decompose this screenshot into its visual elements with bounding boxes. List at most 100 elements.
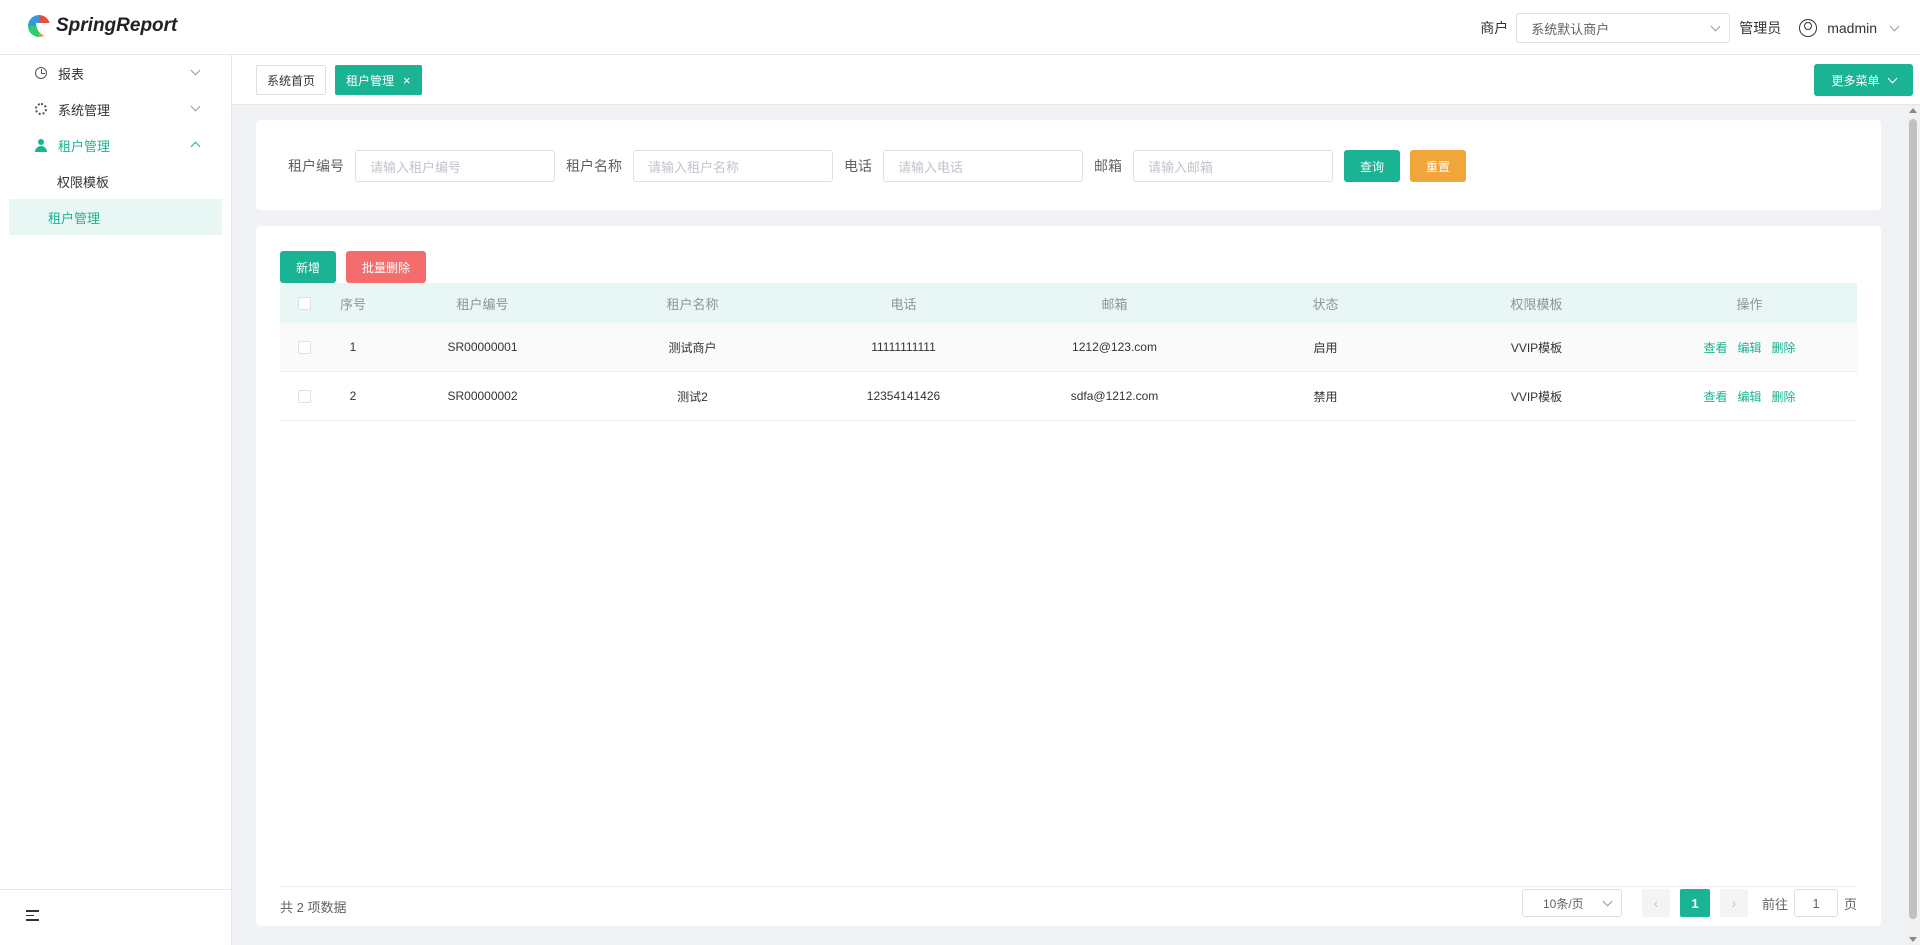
chevron-down-icon [1710, 21, 1721, 31]
sidebar-item-system[interactable]: 系统管理 [0, 91, 231, 127]
cell-actions: 查看 编辑 删除 [1642, 388, 1857, 405]
pagination: 10条/页 ‹ 1 › 前往 1 页 [1521, 888, 1857, 918]
goto-suffix: 页 [1843, 896, 1857, 912]
sidebar-item-reports[interactable]: 报表 [0, 55, 231, 91]
chevron-up-icon [190, 141, 201, 152]
more-menu-label: 更多菜单 [1831, 73, 1880, 88]
page-size-select[interactable]: 10条/页 [1521, 889, 1622, 917]
cell-status: 禁用 [1313, 389, 1338, 404]
phone-input[interactable]: 请输入电话 [883, 150, 1083, 182]
logo-icon [28, 15, 50, 37]
page-size-value: 10条/页 [1542, 896, 1584, 911]
cell-actions: 查看 编辑 删除 [1642, 339, 1857, 356]
chevron-down-icon [1887, 73, 1897, 83]
column-header: 状态 [1312, 296, 1339, 312]
prev-page-button[interactable]: ‹ [1641, 889, 1670, 917]
tab-bar: 系统首页 租户管理 × 更多菜单 [232, 55, 1920, 105]
chevron-down-icon [190, 101, 201, 112]
field-email: 邮箱 请输入邮箱 [1094, 150, 1333, 182]
view-link[interactable]: 查看 [1703, 388, 1727, 405]
merchant-label: 商户 [1480, 20, 1509, 36]
cell-phone: 11111111111 [871, 340, 936, 354]
username[interactable]: madmin [1827, 20, 1877, 36]
column-header: 租户名称 [666, 296, 719, 312]
reset-button[interactable]: 重置 [1410, 150, 1466, 182]
cell-email: 1212@123.com [1072, 340, 1157, 354]
page-number-1[interactable]: 1 [1679, 889, 1710, 917]
field-tenant-name: 租户名称 请输入租户名称 [566, 150, 833, 182]
row-checkbox[interactable] [297, 340, 311, 354]
goto-page-input[interactable]: 1 [1793, 889, 1838, 917]
user-menu-chevron-icon[interactable] [1889, 21, 1900, 31]
cell-tenant-code: SR00000002 [447, 389, 518, 403]
user-icon [34, 138, 48, 152]
cell-tenant-name: 测试2 [677, 389, 708, 404]
column-header: 电话 [890, 296, 917, 312]
tenant-table: 序号 租户编号 租户名称 电话 邮箱 状态 权限模板 操作 1 SR000000… [280, 283, 1857, 421]
delete-link[interactable]: 删除 [1772, 339, 1796, 356]
sidebar-item-tenant[interactable]: 租户管理 [0, 127, 231, 163]
cell-tenant-code: SR00000001 [447, 340, 518, 354]
merchant-select-value: 系统默认商户 [1531, 21, 1610, 37]
tenant-code-label: 租户编号 [288, 158, 344, 174]
more-menu-button[interactable]: 更多菜单 [1814, 64, 1913, 96]
select-all-checkbox[interactable] [297, 296, 311, 310]
edit-link[interactable]: 编辑 [1737, 339, 1761, 356]
table-card: 新增 批量删除 序号 租户编号 租户名称 电话 邮箱 状态 权限模板 操作 1 … [256, 226, 1881, 926]
user-avatar-icon[interactable] [1799, 19, 1818, 37]
cell-email: sdfa@1212.com [1070, 389, 1159, 403]
table-header: 序号 租户编号 租户名称 电话 邮箱 状态 权限模板 操作 [280, 283, 1857, 323]
next-page-button[interactable]: › [1719, 889, 1748, 917]
row-checkbox[interactable] [297, 389, 311, 403]
tenant-name-label: 租户名称 [566, 158, 622, 174]
collapse-menu-icon[interactable] [26, 910, 39, 921]
total-count: 共 2 项数据 [280, 900, 347, 915]
table-row[interactable]: 2 SR00000002 测试2 12354141426 sdfa@1212.c… [280, 372, 1857, 421]
sidebar: 报表 系统管理 租户管理 权限模板 租户管理 [0, 55, 232, 945]
app-logo[interactable]: SpringReport [28, 15, 177, 37]
column-header: 权限模板 [1510, 296, 1563, 312]
table-row[interactable]: 1 SR00000001 测试商户 11111111111 1212@123.c… [280, 323, 1857, 372]
search-form: 租户编号 请输入租户编号 租户名称 请输入租户名称 电话 请输入电话 邮箱 请输… [256, 120, 1881, 210]
cell-template: VVIP模板 [1510, 340, 1563, 355]
tab-label: 系统首页 [267, 73, 316, 88]
goto-prefix: 前往 [1761, 896, 1788, 912]
tenant-code-input[interactable]: 请输入租户编号 [355, 150, 555, 182]
cell-status: 启用 [1313, 340, 1338, 355]
cell-template: VVIP模板 [1510, 389, 1563, 404]
delete-link[interactable]: 删除 [1772, 388, 1796, 405]
sidebar-item-label: 报表 [58, 66, 85, 82]
email-input[interactable]: 请输入邮箱 [1133, 150, 1333, 182]
table-footer: 共 2 项数据 10条/页 ‹ 1 › 前往 1 页 [280, 886, 1857, 926]
scrollbar-thumb[interactable] [1909, 119, 1917, 919]
cell-index: 2 [349, 389, 357, 403]
edit-link[interactable]: 编辑 [1737, 388, 1761, 405]
query-button[interactable]: 查询 [1344, 150, 1400, 182]
sidebar-subitem-permission-template[interactable]: 权限模板 [9, 163, 222, 199]
add-button[interactable]: 新增 [280, 251, 336, 283]
batch-delete-button[interactable]: 批量删除 [346, 251, 426, 283]
tenant-name-input[interactable]: 请输入租户名称 [633, 150, 833, 182]
column-header: 操作 [1736, 296, 1763, 312]
cell-phone: 12354141426 [866, 389, 941, 403]
close-icon[interactable]: × [403, 73, 411, 88]
chevron-down-icon [1602, 896, 1613, 906]
view-link[interactable]: 查看 [1703, 339, 1727, 356]
tab-home[interactable]: 系统首页 [256, 65, 327, 95]
column-header: 邮箱 [1101, 296, 1128, 312]
scroll-down-arrow-icon[interactable] [1909, 937, 1917, 942]
main-content: 租户编号 请输入租户编号 租户名称 请输入租户名称 电话 请输入电话 邮箱 请输… [232, 105, 1920, 945]
merchant-select[interactable]: 系统默认商户 [1516, 13, 1731, 43]
chevron-down-icon [190, 65, 201, 76]
column-header: 租户编号 [456, 296, 509, 312]
sidebar-subitem-label: 权限模板 [57, 174, 110, 190]
logo-text: SpringReport [56, 15, 178, 36]
scroll-up-arrow-icon[interactable] [1909, 108, 1917, 113]
tab-tenant-management[interactable]: 租户管理 × [335, 65, 422, 95]
sidebar-item-label: 系统管理 [58, 102, 111, 118]
page-scrollbar[interactable] [1906, 105, 1920, 945]
tab-label: 租户管理 [346, 73, 395, 88]
sidebar-subitem-tenant-management[interactable]: 租户管理 [9, 199, 222, 235]
field-tenant-code: 租户编号 请输入租户编号 [288, 150, 555, 182]
top-header: SpringReport 商户 系统默认商户 管理员 madmin [0, 0, 1920, 55]
